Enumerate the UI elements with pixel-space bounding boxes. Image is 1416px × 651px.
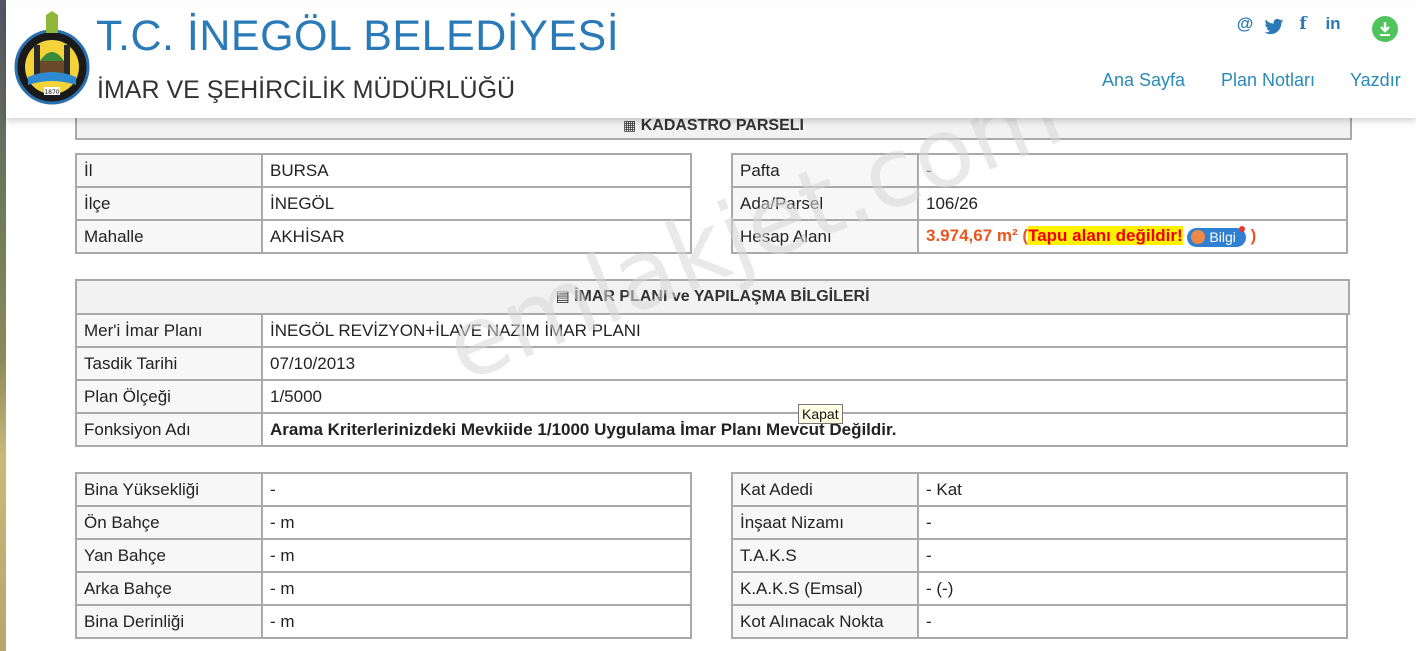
row-label: Mahalle xyxy=(75,219,263,254)
yapilasma-right-table: Kat Adedi - Kat İnşaat Nizamı - T.A.K.S … xyxy=(731,472,1348,639)
facebook-icon[interactable]: f xyxy=(1296,14,1310,36)
row-value: BURSA xyxy=(261,153,692,188)
imar-heading-label: İMAR PLANI ve YAPILAŞMA BİLGİLERİ xyxy=(574,288,870,305)
row-value: - (-) xyxy=(917,571,1348,606)
nav-yazdir[interactable]: Yazdır xyxy=(1350,70,1401,91)
hesap-alani-value: 3.974,67 m² (Tapu alanı değildir! Bilgi … xyxy=(917,219,1348,254)
row-value: - m xyxy=(261,604,692,639)
table-row: T.A.K.S - xyxy=(731,538,1348,573)
yapilasma-left-table: Bina Yüksekliği - Ön Bahçe - m Yan Bahçe… xyxy=(75,472,692,639)
row-label: Mer'i İmar Planı xyxy=(75,313,263,348)
table-row: Bina Derinliği - m xyxy=(75,604,692,639)
kadastro-right-table: Pafta - Ada/Parsel 106/26 Hesap Alanı 3.… xyxy=(731,153,1348,254)
row-label: Hesap Alanı xyxy=(731,219,919,254)
table-row: Pafta - xyxy=(731,153,1348,188)
row-value: - m xyxy=(261,571,692,606)
table-row: Tasdik Tarihi 07/10/2013 xyxy=(75,346,1348,381)
row-value: 07/10/2013 xyxy=(261,346,1348,381)
row-label: Bina Derinliği xyxy=(75,604,263,639)
row-label: Ön Bahçe xyxy=(75,505,263,540)
row-label: Fonksiyon Adı xyxy=(75,412,263,447)
nav-ana-sayfa[interactable]: Ana Sayfa xyxy=(1102,70,1185,91)
table-row: Yan Bahçe - m xyxy=(75,538,692,573)
table-row: Kat Adedi - Kat xyxy=(731,472,1348,507)
area-value: 3.974,67 m² xyxy=(926,226,1018,246)
imar-heading: ▤ İMAR PLANI ve YAPILAŞMA BİLGİLERİ xyxy=(77,281,1348,313)
table-row: Fonksiyon Adı Arama Kriterlerinizdeki Me… xyxy=(75,412,1348,447)
bilgi-button-label: Bilgi xyxy=(1209,228,1236,245)
row-label: T.A.K.S xyxy=(731,538,919,573)
globe-icon xyxy=(1191,229,1206,244)
row-label: Arka Bahçe xyxy=(75,571,263,606)
site-header: 1870 T.C. İNEGÖL BELEDİYESİ İMAR VE ŞEHİ… xyxy=(6,4,1416,118)
table-row: K.A.K.S (Emsal) - (-) xyxy=(731,571,1348,606)
grid-icon: ▦ xyxy=(623,117,637,133)
row-value: - m xyxy=(261,505,692,540)
department-subtitle: İMAR VE ŞEHİRCİLİK MÜDÜRLÜĞÜ xyxy=(97,76,516,104)
row-label: Ada/Parsel xyxy=(731,186,919,221)
row-label: Kot Alınacak Nokta xyxy=(731,604,919,639)
table-row: Ön Bahçe - m xyxy=(75,505,692,540)
kadastro-heading: ▦ KADASTRO PARSELİ xyxy=(75,116,1352,140)
table-row: Arka Bahçe - m xyxy=(75,571,692,606)
row-value: İNEGÖL REVİZYON+İLAVE NAZIM İMAR PLANI xyxy=(261,313,1348,348)
row-value: - xyxy=(261,472,692,507)
close-paren: ) xyxy=(1250,226,1257,246)
notification-dot xyxy=(1238,225,1245,232)
row-value: - xyxy=(917,505,1348,540)
table-row: İnşaat Nizamı - xyxy=(731,505,1348,540)
table-row: Kot Alınacak Nokta - xyxy=(731,604,1348,639)
imar-table: Mer'i İmar Planı İNEGÖL REVİZYON+İLAVE N… xyxy=(75,313,1348,447)
row-label: Kat Adedi xyxy=(731,472,919,507)
table-row: Hesap Alanı 3.974,67 m² (Tapu alanı deği… xyxy=(731,219,1348,254)
tooltip-kapat[interactable]: Kapat xyxy=(798,404,843,424)
municipality-logo: 1870 xyxy=(14,11,90,105)
table-row: İlçe İNEGÖL xyxy=(75,186,692,221)
row-label: Plan Ölçeği xyxy=(75,379,263,414)
download-arrow-icon xyxy=(1380,22,1390,36)
row-label: Yan Bahçe xyxy=(75,538,263,573)
kadastro-heading-label: KADASTRO PARSELİ xyxy=(640,117,804,134)
table-row: Mer'i İmar Planı İNEGÖL REVİZYON+İLAVE N… xyxy=(75,313,1348,348)
table-row: Plan Ölçeği 1/5000 xyxy=(75,379,1348,414)
row-label: İlçe xyxy=(75,186,263,221)
row-label: Tasdik Tarihi xyxy=(75,346,263,381)
kadastro-left-table: İl BURSA İlçe İNEGÖL Mahalle AKHİSAR xyxy=(75,153,692,254)
tapu-warning: Tapu alanı değildir! xyxy=(1028,226,1183,246)
row-label: İl xyxy=(75,153,263,188)
row-value: - Kat xyxy=(917,472,1348,507)
row-value: - xyxy=(917,604,1348,639)
twitter-icon[interactable] xyxy=(1264,16,1284,38)
table-row: Mahalle AKHİSAR xyxy=(75,219,692,254)
row-value: - xyxy=(917,153,1348,188)
row-value: İNEGÖL xyxy=(261,186,692,221)
page-title: T.C. İNEGÖL BELEDİYESİ xyxy=(96,12,620,60)
linkedin-icon[interactable]: in xyxy=(1322,14,1344,36)
row-label: Pafta xyxy=(731,153,919,188)
download-icon[interactable] xyxy=(1372,16,1398,42)
svg-text:1870: 1870 xyxy=(44,89,59,96)
row-label: K.A.K.S (Emsal) xyxy=(731,571,919,606)
row-label: İnşaat Nizamı xyxy=(731,505,919,540)
nav-plan-notlari[interactable]: Plan Notları xyxy=(1221,70,1315,91)
at-icon[interactable]: @ xyxy=(1236,14,1254,36)
row-label: Bina Yüksekliği xyxy=(75,472,263,507)
table-row: Bina Yüksekliği - xyxy=(75,472,692,507)
table-row: Ada/Parsel 106/26 xyxy=(731,186,1348,221)
table-row: İl BURSA xyxy=(75,153,692,188)
list-icon: ▤ xyxy=(555,288,570,305)
row-value: - m xyxy=(261,538,692,573)
imar-panel: ▤ İMAR PLANI ve YAPILAŞMA BİLGİLERİ xyxy=(75,279,1350,315)
row-value: - xyxy=(917,538,1348,573)
row-value: AKHİSAR xyxy=(261,219,692,254)
bilgi-button[interactable]: Bilgi xyxy=(1187,225,1246,247)
row-value: 106/26 xyxy=(917,186,1348,221)
